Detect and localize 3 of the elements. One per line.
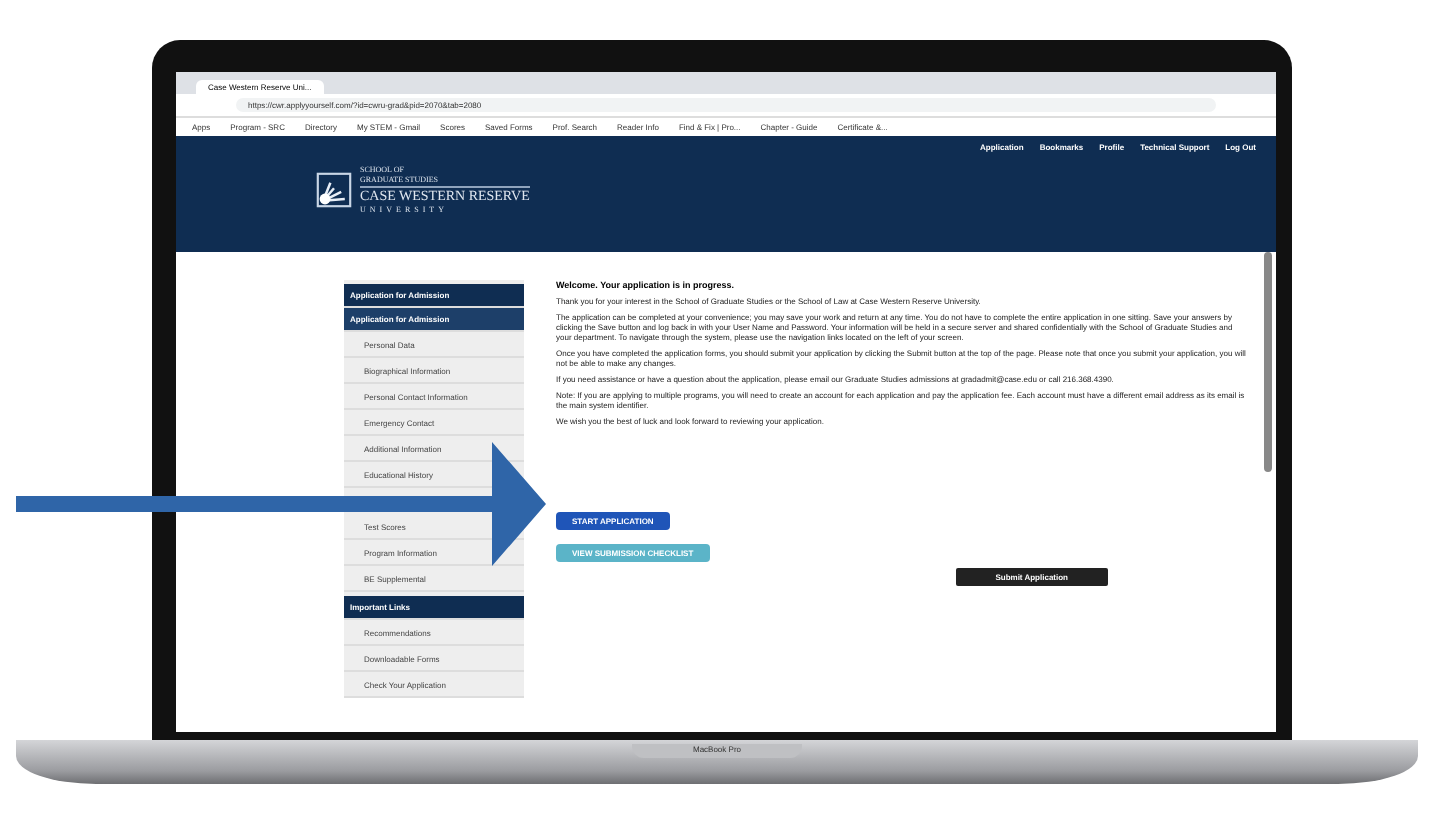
arrow-icon <box>16 442 546 566</box>
scrollbar[interactable] <box>1264 252 1272 472</box>
sunburst-icon <box>316 171 352 207</box>
